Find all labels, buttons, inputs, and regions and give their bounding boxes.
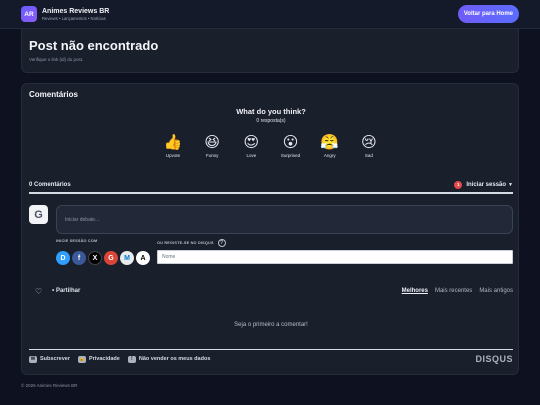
reaction-upvote[interactable]: 👍 Upvote (158, 133, 188, 158)
comment-input[interactable]: Iniciar debate... (56, 205, 513, 234)
page-subtitle: Verifique o link (id) do post. (29, 57, 84, 62)
tab-best[interactable]: Melhores (402, 288, 428, 294)
top-bar: AR Animes Reviews BR Reviews • Lançament… (0, 0, 540, 29)
surprised-face-icon: 😮 (282, 133, 299, 151)
comment-count[interactable]: 0 Comentários (29, 182, 71, 188)
tab-oldest[interactable]: Mais antigos (479, 288, 513, 294)
tab-newest[interactable]: Mais recentes (435, 288, 472, 294)
do-not-sell-link[interactable]: ! Não vender os meus dados (127, 355, 211, 363)
page-title: Post não encontrado (29, 38, 159, 53)
heart-icon[interactable]: ♡ (35, 287, 42, 296)
privacy-label: Privacidade (88, 356, 120, 362)
reaction-label: Angry (323, 153, 336, 158)
do-not-sell-label: Não vender os meus dados (138, 356, 211, 362)
disqus-logo[interactable]: DISQUS (475, 354, 513, 364)
disqus-footer: ✉ Subscrever 🔒 Privacidade ! Não vender … (29, 354, 513, 364)
facebook-login-icon[interactable]: f (72, 251, 86, 265)
caret-down-icon: ▼ (508, 181, 513, 188)
register-label: OU REGISTE-SE NO DISQUS ? (157, 239, 226, 247)
reaction-angry[interactable]: 😤 Angry (315, 133, 345, 158)
x-login-icon[interactable]: X (88, 251, 102, 265)
post-card: Post não encontrado Verifique o link (id… (21, 29, 519, 73)
reaction-funny[interactable]: 😆 Funny (197, 133, 227, 158)
sort-bar: ♡ • Partilhar Melhores Mais recentes Mai… (29, 285, 513, 297)
help-icon[interactable]: ? (217, 239, 226, 247)
sort-tabs: Melhores Mais recentes Mais antigos (402, 288, 513, 294)
reaction-love[interactable]: 😍 Love (236, 133, 266, 158)
responses-count: 0 resposta(s) (256, 118, 286, 124)
comments-header: 0 Comentários 1 Iniciar sessão ▼ (29, 179, 513, 190)
divider (29, 349, 513, 350)
warning-icon: ! (127, 355, 136, 363)
heart-eyes-icon: 😍 (243, 133, 260, 151)
share-label: Partilhar (55, 288, 81, 294)
reaction-label: Funny (205, 153, 219, 158)
reaction-label: Upvote (165, 153, 181, 158)
divider (29, 192, 513, 194)
reaction-label: Sad (364, 153, 373, 158)
notification-badge: 1 (454, 180, 463, 189)
reaction-label: Love (246, 153, 257, 158)
reaction-surprised[interactable]: 😮 Surprised (276, 133, 306, 158)
site-subtitle: Reviews • Lançamentos • Notícias (42, 15, 106, 21)
angry-face-icon: 😤 (320, 133, 340, 151)
copyright: © 2026 Animes Reviews BR (21, 383, 78, 388)
reaction-sad[interactable]: 😢 Sad (354, 133, 384, 158)
name-field[interactable]: Nome (157, 250, 513, 264)
apple-login-icon[interactable]: A (136, 251, 150, 265)
reaction-label: Surprised (280, 153, 301, 158)
reaction-prompt: What do you think? (236, 107, 306, 116)
social-logins: D f X G M A (56, 251, 150, 265)
empty-state: Seja o primeiro a comentar! (234, 322, 308, 328)
privacy-link[interactable]: 🔒 Privacidade (77, 355, 120, 363)
logo[interactable]: AR (21, 6, 37, 22)
thumbs-up-icon: 👍 (163, 133, 183, 151)
site-title[interactable]: Animes Reviews BR (42, 7, 109, 16)
reactions-bar: 👍 Upvote 😆 Funny 😍 Love 😮 Surprised 😤 An… (158, 133, 384, 158)
login-with-label: INICIE SESSÃO COM (56, 239, 98, 243)
share-button[interactable]: • Partilhar (52, 288, 80, 294)
comments-title: Comentários (29, 90, 78, 99)
subscribe-link[interactable]: ✉ Subscrever (29, 355, 70, 363)
mail-icon: ✉ (29, 355, 37, 363)
laughing-face-icon: 😆 (204, 133, 220, 151)
register-text: OU REGISTE-SE NO DISQUS (157, 241, 214, 245)
lock-icon: 🔒 (77, 355, 86, 363)
subscribe-label: Subscrever (40, 356, 70, 362)
sad-face-icon: 😢 (361, 133, 377, 151)
google-login-icon[interactable]: G (104, 251, 118, 265)
login-button[interactable]: 1 Iniciar sessão ▼ (454, 180, 513, 189)
back-home-button[interactable]: Voltar para Home (457, 5, 519, 23)
avatar: G (29, 205, 48, 224)
brand: Animes Reviews BR Reviews • Lançamentos … (42, 7, 109, 22)
microsoft-login-icon[interactable]: M (120, 251, 134, 265)
disqus-login-icon[interactable]: D (56, 251, 70, 265)
login-label: Iniciar sessão (466, 181, 507, 188)
comments-card: Comentários What do you think? 0 respost… (21, 83, 519, 375)
